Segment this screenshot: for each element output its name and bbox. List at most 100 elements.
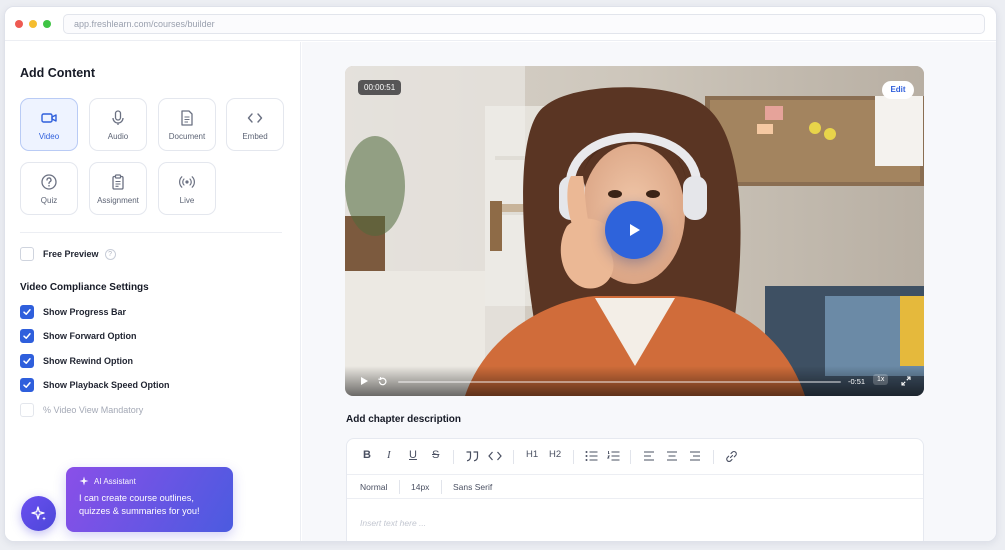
chapter-description-title: Add chapter description xyxy=(346,414,462,425)
broadcast-icon xyxy=(179,176,195,188)
rich-text-editor[interactable]: B I U S H1 H2 Normal 14px Sans Serif Ins… xyxy=(346,438,924,541)
underline-icon[interactable]: U xyxy=(409,449,417,461)
document-icon xyxy=(181,110,193,126)
add-content-title: Add Content xyxy=(20,66,95,80)
video-icon xyxy=(41,113,57,123)
toolbar-divider xyxy=(513,450,514,464)
microphone-icon xyxy=(112,110,124,125)
help-icon[interactable]: ? xyxy=(104,248,116,260)
content-type-document[interactable]: Document xyxy=(158,98,216,151)
compliance-label: Show Forward Option xyxy=(43,331,137,341)
ai-assistant-message: I can create course outlines, quizzes & … xyxy=(79,493,200,516)
compliance-label: % Video View Mandatory xyxy=(43,405,144,415)
ai-assistant-title: AI Assistant xyxy=(94,476,136,486)
italic-icon[interactable]: I xyxy=(387,449,391,461)
playback-speed-button[interactable]: 1x xyxy=(873,374,889,385)
content-type-label: Embed xyxy=(242,132,268,141)
ai-assistant-card[interactable]: AI Assistant I can create course outline… xyxy=(66,467,233,532)
address-bar[interactable]: app.freshlearn.com/courses/builder xyxy=(63,14,985,34)
compliance-checkbox[interactable] xyxy=(20,378,34,392)
compliance-label: Show Rewind Option xyxy=(43,356,133,366)
video-player[interactable]: 00:00:51 Edit -0:51 1x xyxy=(345,66,924,396)
question-icon xyxy=(41,174,57,190)
compliance-checkbox[interactable] xyxy=(20,305,34,319)
content-type-label: Document xyxy=(168,132,206,141)
browser-window: app.freshlearn.com/courses/builder Add C… xyxy=(4,6,997,542)
checkmark-icon xyxy=(23,382,31,388)
format-bar: Normal 14px Sans Serif xyxy=(347,475,923,499)
play-icon xyxy=(630,224,640,236)
close-window-button[interactable] xyxy=(15,20,23,28)
maximize-window-button[interactable] xyxy=(43,20,51,28)
editor-toolbar: B I U S H1 H2 xyxy=(347,439,923,475)
font-family-select[interactable]: Sans Serif xyxy=(453,482,492,492)
free-preview-row[interactable]: Free Preview ? xyxy=(20,246,116,262)
bold-icon[interactable]: B xyxy=(363,449,371,461)
content-type-label: Audio xyxy=(107,132,129,141)
free-preview-checkbox[interactable] xyxy=(20,247,34,261)
checkmark-icon xyxy=(23,309,31,315)
fullscreen-icon[interactable] xyxy=(901,376,911,386)
code-icon[interactable] xyxy=(488,450,502,462)
content-type-embed[interactable]: Embed xyxy=(226,98,284,151)
compliance-option[interactable]: Show Progress Bar xyxy=(20,304,126,320)
content-type-quiz[interactable]: Quiz xyxy=(20,162,78,215)
progress-track[interactable] xyxy=(398,381,841,383)
free-preview-label: Free Preview xyxy=(43,249,99,259)
numbered-list-icon[interactable] xyxy=(607,450,620,462)
video-timestamp: 00:00:51 xyxy=(358,80,402,95)
ai-assistant-button[interactable] xyxy=(21,496,56,531)
sparkle-icon xyxy=(30,505,46,520)
quote-icon[interactable] xyxy=(465,450,479,462)
heading1-icon[interactable]: H1 xyxy=(526,449,538,460)
checkmark-icon xyxy=(23,333,31,339)
browser-titlebar: app.freshlearn.com/courses/builder xyxy=(5,7,996,41)
sparkle-icon xyxy=(79,476,89,486)
compliance-option[interactable]: % Video View Mandatory xyxy=(20,402,143,418)
text-style-select[interactable]: Normal xyxy=(360,482,387,492)
bullet-list-icon[interactable] xyxy=(585,450,598,462)
content-type-audio[interactable]: Audio xyxy=(89,98,147,151)
remaining-time: -0:51 xyxy=(848,377,866,386)
clipboard-icon xyxy=(112,174,124,190)
toolbar-divider xyxy=(573,450,574,464)
toolbar-divider xyxy=(630,450,631,464)
toolbar-divider xyxy=(441,480,442,494)
strikethrough-icon[interactable]: S xyxy=(432,449,439,461)
compliance-label: Show Progress Bar xyxy=(43,307,127,317)
replay-icon[interactable] xyxy=(377,376,388,387)
video-controls: -0:51 1x xyxy=(345,366,924,396)
main-panel: 00:00:51 Edit -0:51 1x Add chapter descr… xyxy=(302,42,996,541)
code-icon xyxy=(247,113,263,123)
compliance-option[interactable]: Show Forward Option xyxy=(20,328,137,344)
compliance-option[interactable]: Show Rewind Option xyxy=(20,353,133,369)
ai-assistant-header: AI Assistant xyxy=(79,476,220,486)
play-button[interactable] xyxy=(605,201,663,259)
compliance-checkbox[interactable] xyxy=(20,354,34,368)
toolbar-divider xyxy=(399,480,400,494)
content-type-label: Live xyxy=(179,196,195,205)
play-icon[interactable] xyxy=(359,376,369,386)
compliance-checkbox[interactable] xyxy=(20,403,34,417)
content-type-live[interactable]: Live xyxy=(158,162,216,215)
sidebar-divider xyxy=(20,232,282,233)
compliance-checkbox[interactable] xyxy=(20,329,34,343)
content-type-label: Quiz xyxy=(40,196,58,205)
align-right-icon[interactable] xyxy=(689,450,701,462)
checkmark-icon xyxy=(23,358,31,364)
editor-placeholder[interactable]: Insert text here ... xyxy=(360,518,426,528)
content-type-assignment[interactable]: Assignment xyxy=(89,162,147,215)
align-center-icon[interactable] xyxy=(666,450,678,462)
align-left-icon[interactable] xyxy=(643,450,655,462)
minimize-window-button[interactable] xyxy=(29,20,37,28)
content-type-label: Assignment xyxy=(97,196,139,205)
link-icon[interactable] xyxy=(725,450,738,463)
compliance-option[interactable]: Show Playback Speed Option xyxy=(20,377,170,393)
heading2-icon[interactable]: H2 xyxy=(549,449,561,460)
content-type-video[interactable]: Video xyxy=(20,98,78,151)
edit-video-button[interactable]: Edit xyxy=(882,81,914,99)
font-size-select[interactable]: 14px xyxy=(411,482,429,492)
compliance-title: Video Compliance Settings xyxy=(20,282,149,293)
compliance-label: Show Playback Speed Option xyxy=(43,380,170,390)
content-type-label: Video xyxy=(38,132,60,141)
